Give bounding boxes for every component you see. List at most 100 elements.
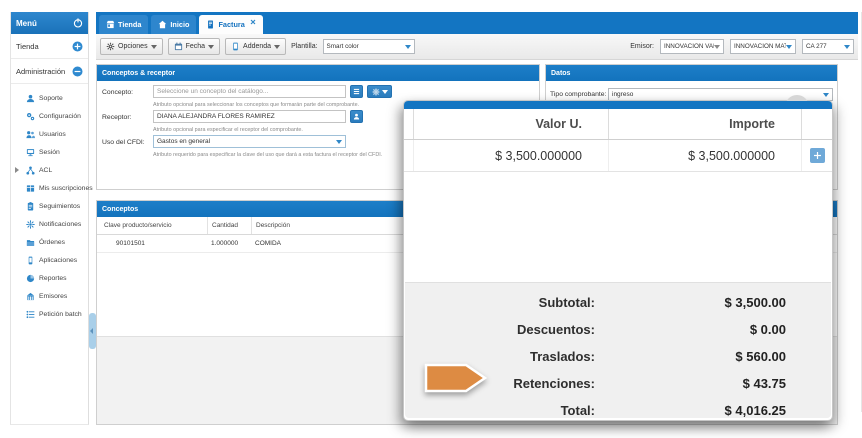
button-label: Fecha — [186, 43, 205, 50]
orders-icon — [26, 238, 35, 247]
batch-icon — [26, 310, 35, 319]
chevron-down-icon — [208, 45, 214, 49]
collapse-minus-icon[interactable] — [72, 66, 83, 77]
chevron-down-icon — [714, 45, 720, 49]
content-area: Conceptos & receptor Concepto: Atributo … — [96, 60, 858, 425]
chevron-down-icon — [382, 90, 388, 94]
add-concept-button[interactable] — [810, 148, 825, 163]
cell-valor-u: $ 3,500.000000 — [413, 140, 608, 171]
power-icon[interactable] — [73, 18, 83, 28]
receptor-help: Atributo opcional para especificar el re… — [153, 127, 303, 133]
applications-icon — [26, 256, 35, 265]
plantilla-label: Plantilla: — [291, 43, 317, 50]
concepto-options-button[interactable] — [367, 85, 392, 98]
receptor-lookup-button[interactable] — [350, 110, 363, 123]
sidebar-item-seguimientos[interactable]: Seguimientos — [11, 197, 88, 215]
subscriptions-icon — [26, 184, 35, 193]
settings-icon — [26, 112, 35, 121]
tipo-comprobante-label: Tipo comprobante: — [550, 91, 606, 98]
opciones-button[interactable]: Opciones — [100, 38, 163, 55]
home-icon — [158, 20, 167, 29]
column-header-valor-u[interactable]: Valor U. — [413, 109, 608, 139]
factura-app-page: Menú Tienda Administración Soporte — [0, 0, 862, 438]
tab-bar: Tienda Inicio Factura — [96, 12, 858, 34]
tab-label: Tienda — [118, 20, 141, 29]
column-header-clave[interactable]: Clave producto/servicio — [97, 217, 207, 234]
sidebar-item-sesion[interactable]: Sesión — [11, 143, 88, 161]
concepto-input[interactable] — [153, 85, 346, 98]
overlay-table-row[interactable]: $ 3,500.000000 $ 3,500.000000 — [404, 140, 832, 172]
session-icon — [26, 148, 35, 157]
panel-title: Datos — [546, 65, 837, 81]
chevron-right-icon[interactable] — [15, 167, 19, 173]
close-tab-icon[interactable] — [250, 19, 256, 25]
retenciones-pointer-arrow — [424, 362, 488, 394]
users-icon — [26, 130, 35, 139]
summary-row-total: Total: $ 4,016.25 — [405, 398, 831, 425]
addenda-button[interactable]: Addenda — [225, 38, 286, 55]
sidebar-collapse-handle[interactable] — [89, 313, 96, 349]
concepto-catalog-button[interactable] — [350, 85, 363, 98]
sidebar-item-aplicaciones[interactable]: Aplicaciones — [11, 251, 88, 269]
chevron-down-icon — [844, 45, 850, 49]
emisor-select-1[interactable]: INNOVACION VALOR — [660, 39, 724, 54]
sidebar-item-mis-suscripciones[interactable]: Mis suscripciones — [11, 179, 88, 197]
sidebar-item-peticion-batch[interactable]: Petición batch — [11, 305, 88, 323]
sidebar-section-administracion[interactable]: Administración — [11, 59, 88, 84]
button-label: Opciones — [118, 43, 148, 50]
acl-icon — [26, 166, 35, 175]
column-header-actions — [801, 109, 832, 139]
totals-summary: Subtotal: $ 3,500.00 Descuentos: $ 0.00 … — [405, 282, 831, 418]
summary-row-descuentos: Descuentos: $ 0.00 — [405, 317, 831, 344]
notifications-icon — [26, 220, 35, 229]
uso-cfdi-label: Uso del CFDI: — [102, 139, 145, 146]
fecha-button[interactable]: Fecha — [168, 38, 220, 55]
sidebar-item-soporte[interactable]: Soporte — [11, 89, 88, 107]
sidebar-item-reportes[interactable]: Reportes — [11, 269, 88, 287]
overlay-top-bar — [404, 101, 832, 109]
sidebar-item-emisores[interactable]: Emisores — [11, 287, 88, 305]
sidebar-header: Menú — [11, 12, 88, 34]
shop-icon — [106, 20, 115, 29]
calendar-icon — [174, 42, 183, 51]
emisor-group: Emisor: INNOVACION VALOR INNOVACION MATR… — [630, 39, 854, 54]
sidebar-item-usuarios[interactable]: Usuarios — [11, 125, 88, 143]
sidebar-section-tienda[interactable]: Tienda — [11, 34, 88, 59]
receptor-input[interactable] — [153, 110, 346, 123]
emisor-select-2[interactable]: INNOVACION MATRIZ — [730, 39, 796, 54]
button-label: Addenda — [243, 43, 271, 50]
tab-inicio[interactable]: Inicio — [151, 15, 196, 34]
uso-cfdi-select[interactable]: Gastos en general — [153, 135, 346, 148]
tab-tienda[interactable]: Tienda — [99, 15, 148, 34]
main-area: Tienda Inicio Factura Opciones Fecha — [96, 12, 858, 425]
invoice-icon — [206, 20, 215, 29]
toolbar: Opciones Fecha Addenda Plantilla: Smart … — [96, 34, 858, 60]
chevron-down-icon — [336, 140, 342, 144]
tracking-icon — [26, 202, 35, 211]
sidebar-item-notificaciones[interactable]: Notificaciones — [11, 215, 88, 233]
column-header-importe[interactable]: Importe — [608, 109, 801, 139]
emisor-select-3[interactable]: CA 277 — [802, 39, 854, 54]
sidebar-item-configuracion[interactable]: Configuración — [11, 107, 88, 125]
chevron-down-icon — [274, 45, 280, 49]
sidebar-item-acl[interactable]: ACL — [11, 161, 88, 179]
sidebar-title: Menú — [16, 19, 73, 28]
receptor-label: Receptor: — [102, 114, 131, 121]
expand-plus-icon[interactable] — [72, 41, 83, 52]
tablet-icon — [231, 42, 240, 51]
sidebar-items: Soporte Configuración Usuarios Sesión AC… — [11, 84, 88, 323]
tab-label: Factura — [218, 20, 244, 29]
chevron-down-icon — [405, 45, 411, 49]
chevron-down-icon — [823, 93, 829, 97]
plantilla-value: Smart color — [327, 43, 405, 50]
chevron-down-icon — [151, 45, 157, 49]
sidebar-item-ordenes[interactable]: Órdenes — [11, 233, 88, 251]
cell-cantidad: 1.000000 — [207, 235, 251, 252]
tab-factura[interactable]: Factura — [199, 15, 262, 34]
plantilla-select[interactable]: Smart color — [323, 39, 415, 54]
column-header-cantidad[interactable]: Cantidad — [207, 217, 251, 234]
emisor-label: Emisor: — [630, 43, 654, 50]
support-icon — [26, 94, 35, 103]
panel-title: Conceptos & receptor — [97, 65, 539, 81]
totals-overlay: Valor U. Importe $ 3,500.000000 $ 3,500.… — [403, 100, 833, 421]
